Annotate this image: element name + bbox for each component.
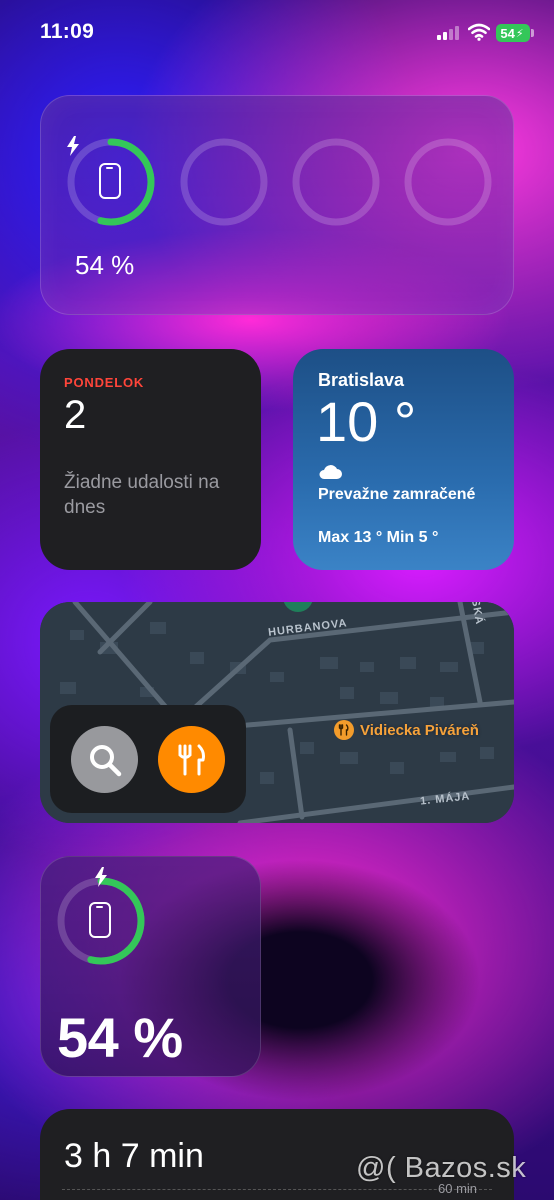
battery-widget-small[interactable]: 54 % <box>40 856 261 1077</box>
calendar-date: 2 <box>64 393 87 437</box>
battery-level-text: 54 <box>500 25 515 41</box>
maps-widget[interactable]: HURBANOVA 1. MÁJA SKÁ Vidiecka Piváreň <box>40 602 514 823</box>
map-restaurants-button[interactable] <box>158 726 225 793</box>
weather-city: Bratislava <box>318 370 405 390</box>
search-icon <box>89 744 121 776</box>
map-poi[interactable]: Vidiecka Piváreň <box>334 720 479 740</box>
empty-device-ring <box>402 136 494 228</box>
wifi-icon <box>468 23 490 41</box>
battery-indicator: 54 ⚡ <box>496 24 530 42</box>
battery-cap <box>531 29 534 37</box>
watermark: @( Bazos.sk <box>356 1152 527 1184</box>
weather-widget[interactable]: Bratislava 10 ° Prevažne zamračené Max 1… <box>293 349 514 570</box>
empty-device-ring <box>290 136 382 228</box>
map-quick-actions <box>50 705 246 813</box>
weather-temperature: 10 ° <box>316 390 417 453</box>
iphone-icon <box>89 902 111 938</box>
empty-device-ring <box>178 136 270 228</box>
map-search-button[interactable] <box>71 726 138 793</box>
bolt-icon: ⚡ <box>515 27 524 40</box>
chart-gridline <box>62 1189 492 1190</box>
bolt-icon <box>95 867 107 887</box>
calendar-widget[interactable]: PONDELOK 2 Žiadne udalosti na dnes <box>40 349 261 570</box>
fork-knife-icon <box>178 744 205 775</box>
screen-time-total: 3 h 7 min <box>64 1137 204 1175</box>
signal-bars-icon <box>437 26 459 40</box>
battery-percent-large: 54 % <box>57 1006 183 1069</box>
fork-knife-icon <box>334 720 354 740</box>
bolt-icon <box>67 136 79 156</box>
batteries-widget[interactable] <box>40 95 514 315</box>
calendar-weekday: PONDELOK <box>64 375 145 390</box>
battery-percent-label: 54 % <box>75 250 135 280</box>
calendar-empty-message: Žiadne udalosti na dnes <box>64 472 220 518</box>
device-battery-ring <box>55 867 147 967</box>
status-time: 11:09 <box>40 20 95 43</box>
iphone-icon <box>99 163 121 199</box>
weather-range: Max 13 ° Min 5 ° <box>318 529 439 546</box>
device-battery-ring <box>65 136 157 228</box>
poi-name: Vidiecka Piváreň <box>360 721 479 739</box>
weather-condition: Prevažne zamračené <box>318 486 476 503</box>
status-bar: 11:09 54 ⚡ <box>0 0 554 64</box>
cloud-icon <box>319 465 342 479</box>
